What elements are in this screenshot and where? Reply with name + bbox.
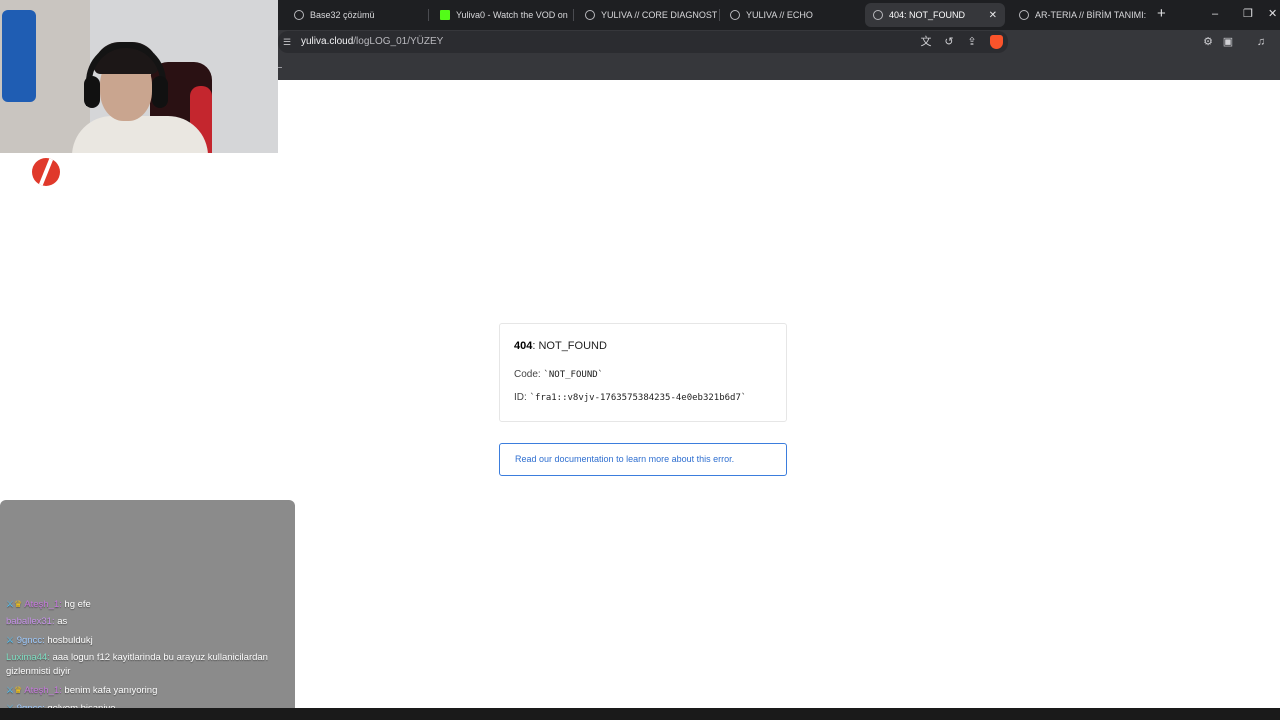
chat-username: Ateşh_1: (24, 685, 62, 696)
tab-arteria[interactable]: AR-TERIA // BİRİM TANIMI: Y.U (1011, 3, 1147, 27)
globe-icon (585, 10, 595, 20)
tab-label: AR-TERIA // BİRİM TANIMI: Y.U (1035, 10, 1147, 20)
chat-text: as (57, 616, 68, 627)
sponsor-logo-wordmark (64, 166, 214, 182)
tab-separator (428, 9, 429, 21)
headphone-cup-left (84, 76, 100, 108)
bottom-bar (0, 708, 1280, 720)
headphone-cup-right (152, 76, 168, 108)
url-path: /logLOG_01/YÜZEY (353, 36, 444, 47)
code-label: Code: (514, 369, 541, 380)
kick-icon (440, 10, 450, 20)
crown-badge-icon: ♛ (14, 685, 23, 695)
chat-username: Luxima44: (6, 652, 50, 663)
sword-badge-icon: ⚔ (6, 599, 15, 609)
tab-base32[interactable]: Base32 çözümü (286, 3, 426, 27)
id-label: ID: (514, 392, 527, 403)
chat-message: ⚔♛ Ateşh_1: benim kafa yanıyoring (6, 683, 290, 698)
error-title: 404: NOT_FOUND (514, 340, 607, 352)
tab-label: YULIVA // ECHO (746, 10, 813, 20)
tab-separator (719, 9, 720, 21)
bookmarks-divider (278, 67, 282, 68)
wallet-icon[interactable]: ▣ (1221, 35, 1235, 49)
webcam-blue-object (2, 10, 36, 102)
share-icon[interactable]: ⇪ (965, 35, 979, 49)
restore-button[interactable]: ❐ (1243, 6, 1253, 22)
status-text: : NOT_FOUND (532, 340, 607, 352)
chat-text: benim kafa yanıyoring (64, 685, 158, 696)
webcam-overlay (0, 0, 278, 153)
tab-echo[interactable]: YULIVA // ECHO (722, 3, 862, 27)
id-value: `fra1::v8vjv-1763575384235-4e0eb321b6d7` (529, 393, 747, 403)
screen: Base32 çözümü Yuliva0 - Watch the VOD on… (0, 0, 1280, 720)
globe-icon (1019, 10, 1029, 20)
history-icon[interactable]: ↺ (942, 35, 956, 49)
url-host: yuliva.cloud (301, 36, 354, 47)
chat-username: baballex31: (6, 616, 55, 627)
tab-separator (573, 9, 574, 21)
tab-label: Yuliva0 - Watch the VOD on Ki (456, 10, 570, 20)
tab-label: YULIVA // CORE DIAGNOSTIC (601, 10, 717, 20)
globe-icon (294, 10, 304, 20)
site-settings-icon[interactable]: ☰ (283, 37, 293, 47)
chat-message: baballex31: as (6, 615, 290, 629)
globe-icon (730, 10, 740, 20)
chat-message: ⚔♛ Ateşh_1: hg efe (6, 597, 290, 612)
tab-label: Base32 çözümü (310, 10, 375, 20)
sword-badge-icon: ⚔ (6, 685, 15, 695)
music-icon[interactable]: ♫ (1254, 35, 1268, 49)
chat-username: 9gncc: (16, 635, 45, 646)
chat-text: hosbuldukj (47, 635, 93, 646)
extensions-icon[interactable]: ⚙ (1201, 35, 1215, 49)
tab-label: 404: NOT_FOUND (889, 10, 966, 20)
error-card: 404: NOT_FOUND Code: `NOT_FOUND` ID: `fr… (499, 323, 787, 422)
error-code-row: Code: `NOT_FOUND` (514, 369, 603, 380)
sword-badge-icon: ⚔ (6, 635, 15, 645)
chat-username: Ateşh_1: (24, 599, 62, 610)
documentation-link[interactable]: Read our documentation to learn more abo… (499, 443, 787, 476)
webcam-streamer-torso (72, 116, 208, 153)
tab-core-diagnostic[interactable]: YULIVA // CORE DIAGNOSTIC (577, 3, 717, 27)
brave-shields-icon[interactable] (990, 35, 1003, 49)
translate-icon[interactable]: 文 (919, 35, 933, 49)
close-window-button[interactable]: ✕ (1268, 6, 1277, 22)
close-tab-icon[interactable]: ✕ (989, 10, 997, 21)
minimize-button[interactable]: – (1212, 6, 1218, 22)
chat-text: hg efe (64, 599, 91, 610)
tab-kick-vod[interactable]: Yuliva0 - Watch the VOD on Ki (432, 3, 570, 27)
crown-badge-icon: ♛ (14, 599, 23, 609)
code-value: `NOT_FOUND` (543, 370, 604, 380)
globe-icon (873, 10, 883, 20)
status-code: 404 (514, 340, 533, 352)
new-tab-button[interactable]: + (1157, 5, 1166, 23)
chat-message: Luxima44: aaa logun f12 kayitlarinda bu … (6, 651, 290, 679)
chat-message: ⚔ 9gncc: hosbuldukj (6, 633, 290, 648)
error-id-row: ID: `fra1::v8vjv-1763575384235-4e0eb321b… (514, 392, 746, 403)
url-text[interactable]: yuliva.cloud/logLOG_01/YÜZEY (301, 36, 443, 47)
chat-overlay: ⚔♛ Ateşh_1: hg efe baballex31: as ⚔ 9gnc… (0, 500, 295, 720)
tab-404-active[interactable]: 404: NOT_FOUND ✕ (865, 3, 1005, 27)
sponsor-logo-icon (32, 158, 60, 186)
